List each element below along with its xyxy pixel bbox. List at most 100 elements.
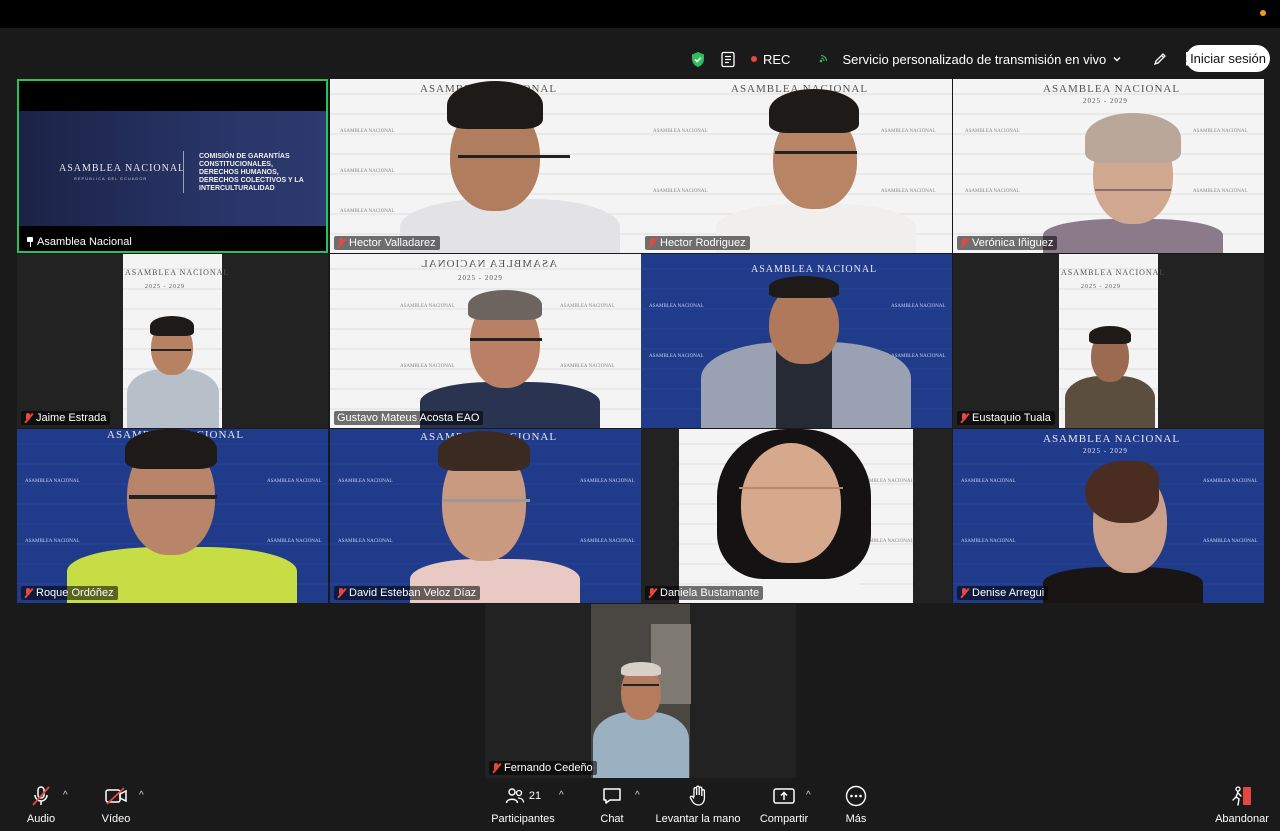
participant-glasses <box>1095 189 1171 191</box>
presentation-org-subtitle: REPÚBLICA DEL ECUADOR <box>74 176 148 181</box>
video-tile-hector-rodriguez[interactable]: ASAMBLEA NACIONAL ASAMBLEA NACIONAL ASAM… <box>641 79 952 253</box>
backdrop-brand: ASAMBLEA NACIONAL <box>125 268 230 277</box>
video-tile-denise-arregui[interactable]: ASAMBLEA NACIONAL 2025 - 2029 ASAMBLEA N… <box>953 429 1264 603</box>
participant-name: Asamblea Nacional <box>37 236 132 248</box>
video-tile-hector-valladarez[interactable]: ASAMBLEA NACIONAL ASAMBLEA NACIONAL ASAM… <box>330 79 641 253</box>
sign-in-button[interactable]: Iniciar sesión <box>1186 45 1270 72</box>
backdrop-pattern: ASAMBLEA NACIONAL <box>580 479 635 484</box>
notification-dot <box>1260 10 1266 16</box>
participant-body <box>1065 376 1155 428</box>
encryption-shield-icon[interactable] <box>690 51 706 68</box>
participant-hair <box>447 81 543 129</box>
participant-glasses <box>775 151 857 154</box>
video-off-camera-icon <box>104 785 128 807</box>
share-button[interactable]: Compartir <box>758 785 810 825</box>
backdrop-years: 2025 - 2029 <box>1081 284 1121 290</box>
live-stream-label: Servicio personalizado de transmisión en… <box>842 51 1107 67</box>
video-tile-roque-ordonez[interactable]: ASAMBLEA NACIONAL ASAMBLEA NACIONAL ASAM… <box>17 429 328 603</box>
participants-label: Participantes <box>491 813 555 825</box>
participant-hair <box>438 431 530 471</box>
raise-hand-icon <box>688 785 708 807</box>
share-screen-icon <box>772 785 796 807</box>
participant-head <box>741 443 841 563</box>
video-options-chevron-icon[interactable]: ^ <box>139 790 144 801</box>
backdrop-pattern: ASAMBLEA NACIONAL <box>560 304 615 309</box>
leave-meeting-button[interactable]: Abandonar <box>1214 785 1270 825</box>
video-tile-speaker[interactable]: ASAMBLEA NACIONAL ASAMBLEA NACIONAL ASAM… <box>641 254 952 428</box>
video-tile-gustavo-mateus-acosta[interactable]: ASAMBLEA NACIONAL 2025 - 2029 ASAMBLEA N… <box>330 254 641 428</box>
recording-indicator[interactable]: REC <box>751 52 790 67</box>
video-tile-fernando-cedeno[interactable]: Fernando Cedeño <box>485 604 796 778</box>
backdrop-pattern: ASAMBLEA NACIONAL <box>1193 129 1248 134</box>
backdrop-pattern: ASAMBLEA NACIONAL <box>881 189 936 194</box>
backdrop-pattern: ASAMBLEA NACIONAL <box>338 539 393 544</box>
muted-mic-icon <box>648 588 657 598</box>
chevron-down-icon <box>1113 57 1121 62</box>
more-button[interactable]: Más <box>843 785 869 825</box>
participant-name-label: David Esteban Veloz Díaz <box>334 586 481 600</box>
participant-glasses <box>623 684 659 686</box>
participant-hair <box>150 316 194 336</box>
video-tile-david-esteban-veloz-diaz[interactable]: ASAMBLEA NACIONAL ASAMBLEA NACIONAL ASAM… <box>330 429 641 603</box>
participants-options-chevron-icon[interactable]: ^ <box>559 790 564 801</box>
raise-hand-button[interactable]: Levantar la mano <box>655 785 741 825</box>
participant-name: Gustavo Mateus Acosta EAO <box>337 412 480 424</box>
backdrop-pattern: ASAMBLEA NACIONAL <box>961 479 1016 484</box>
annotate-pencil-icon[interactable] <box>1152 51 1168 67</box>
leave-label: Abandonar <box>1215 813 1269 825</box>
backdrop-brand: ASAMBLEA NACIONAL <box>1043 83 1181 95</box>
backdrop-pattern: ASAMBLEA NACIONAL <box>891 354 946 359</box>
participants-button[interactable]: 21 Participantes <box>490 785 556 825</box>
participant-name-label: Gustavo Mateus Acosta EAO <box>334 411 484 425</box>
shared-presentation: ASAMBLEA NACIONAL REPÚBLICA DEL ECUADOR … <box>19 81 326 251</box>
video-label: Vídeo <box>101 813 131 825</box>
share-label: Compartir <box>759 813 809 825</box>
backdrop-pattern: ASAMBLEA NACIONAL <box>965 189 1020 194</box>
video-tile-veronica-iniguez[interactable]: ASAMBLEA NACIONAL 2025 - 2029 ASAMBLEA N… <box>953 79 1264 253</box>
muted-mic-icon <box>337 238 346 248</box>
backdrop-pattern: ASAMBLEA NACIONAL <box>965 129 1020 134</box>
participant-name: Roque Ordóñez <box>36 587 114 599</box>
live-stream-dropdown[interactable]: Servicio personalizado de transmisión en… <box>818 52 1122 67</box>
backdrop-pattern: ASAMBLEA NACIONAL <box>25 539 80 544</box>
backdrop-pattern: ASAMBLEA NACIONAL <box>653 189 708 194</box>
participant-name-label: Roque Ordóñez <box>21 586 118 600</box>
muted-microphone-icon <box>30 785 52 807</box>
video-tile-daniela-bustamante[interactable]: ASAMBLEA NACIONAL ASAMBLEA NACIONAL Dani… <box>641 429 952 603</box>
backdrop-pattern: ASAMBLEA NACIONAL <box>580 539 635 544</box>
participant-video-feed: ASAMBLEA NACIONAL ASAMBLEA NACIONAL <box>679 429 914 603</box>
participant-name-label: Asamblea Nacional <box>23 235 136 249</box>
backdrop-pattern: ASAMBLEA NACIONAL <box>340 209 395 214</box>
participant-name: David Esteban Veloz Díaz <box>349 587 477 599</box>
video-tile-eustaquio-tuala[interactable]: ASAMBLEA NACIONAL 2025 - 2029 Eustaquio … <box>953 254 1264 428</box>
backdrop-pattern: ASAMBLEA NACIONAL <box>881 129 936 134</box>
backdrop-years: 2025 - 2029 <box>458 274 503 282</box>
muted-mic-icon <box>24 413 33 423</box>
participant-name-label: Eustaquio Tuala <box>957 411 1055 425</box>
chat-options-chevron-icon[interactable]: ^ <box>635 790 640 801</box>
participant-body <box>593 712 689 778</box>
meeting-info-icon[interactable] <box>720 51 737 68</box>
participant-glasses <box>458 155 570 158</box>
live-stream-icon <box>820 55 828 63</box>
audio-options-chevron-icon[interactable]: ^ <box>63 790 68 801</box>
audio-label: Audio <box>26 813 56 825</box>
backdrop-pattern: ASAMBLEA NACIONAL <box>1203 479 1258 484</box>
video-button[interactable]: Vídeo <box>100 785 132 825</box>
audio-button[interactable]: Audio <box>26 785 56 825</box>
share-options-chevron-icon[interactable]: ^ <box>806 790 811 801</box>
backdrop-brand: ASAMBLEA NACIONAL <box>1061 268 1166 277</box>
video-tile-jaime-estrada[interactable]: ASAMBLEA NACIONAL 2025 - 2029 Jaime Estr… <box>17 254 328 428</box>
participant-video-feed <box>591 604 691 778</box>
chat-button[interactable]: Chat <box>598 785 626 825</box>
participant-glasses <box>151 349 191 351</box>
presentation-title: COMISIÓN DE GARANTÍAS CONSTITUCIONALES, … <box>199 153 304 192</box>
participant-name-label: Hector Rodriguez <box>645 236 750 250</box>
participant-hair <box>621 662 661 676</box>
backdrop-pattern: ASAMBLEA NACIONAL <box>649 304 704 309</box>
backdrop-pattern: ASAMBLEA NACIONAL <box>1193 189 1248 194</box>
recording-label: REC <box>763 51 791 67</box>
participants-count: 21 <box>528 790 542 802</box>
video-tile-asamblea-nacional[interactable]: ASAMBLEA NACIONAL REPÚBLICA DEL ECUADOR … <box>17 79 328 253</box>
backdrop-pattern: ASAMBLEA NACIONAL <box>961 539 1016 544</box>
